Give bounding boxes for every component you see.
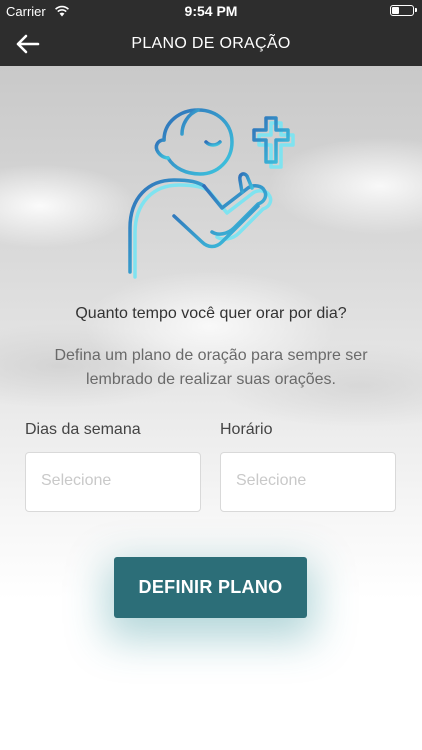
description-text: Defina um plano de oração para sempre se… [54,347,368,388]
status-time: 9:54 PM [184,3,238,19]
time-label: Horário [220,421,273,438]
nav-bar: PLANO DE ORAÇÃO [0,22,422,66]
status-bar: Carrier 9:54 PM [0,0,422,22]
days-label: Dias da semana [25,421,141,438]
question-text: Quanto tempo você quer orar por dia? [75,305,347,322]
page-title: PLANO DE ORAÇÃO [131,35,291,52]
define-plan-button[interactable]: DEFINIR PLANO [114,557,307,618]
battery-icon [390,5,417,16]
praying-person-cross-icon [118,100,308,280]
days-placeholder: Selecione [41,472,112,489]
time-select[interactable]: Selecione [220,452,396,512]
time-placeholder: Selecione [236,472,307,489]
days-select[interactable]: Selecione [25,452,201,512]
